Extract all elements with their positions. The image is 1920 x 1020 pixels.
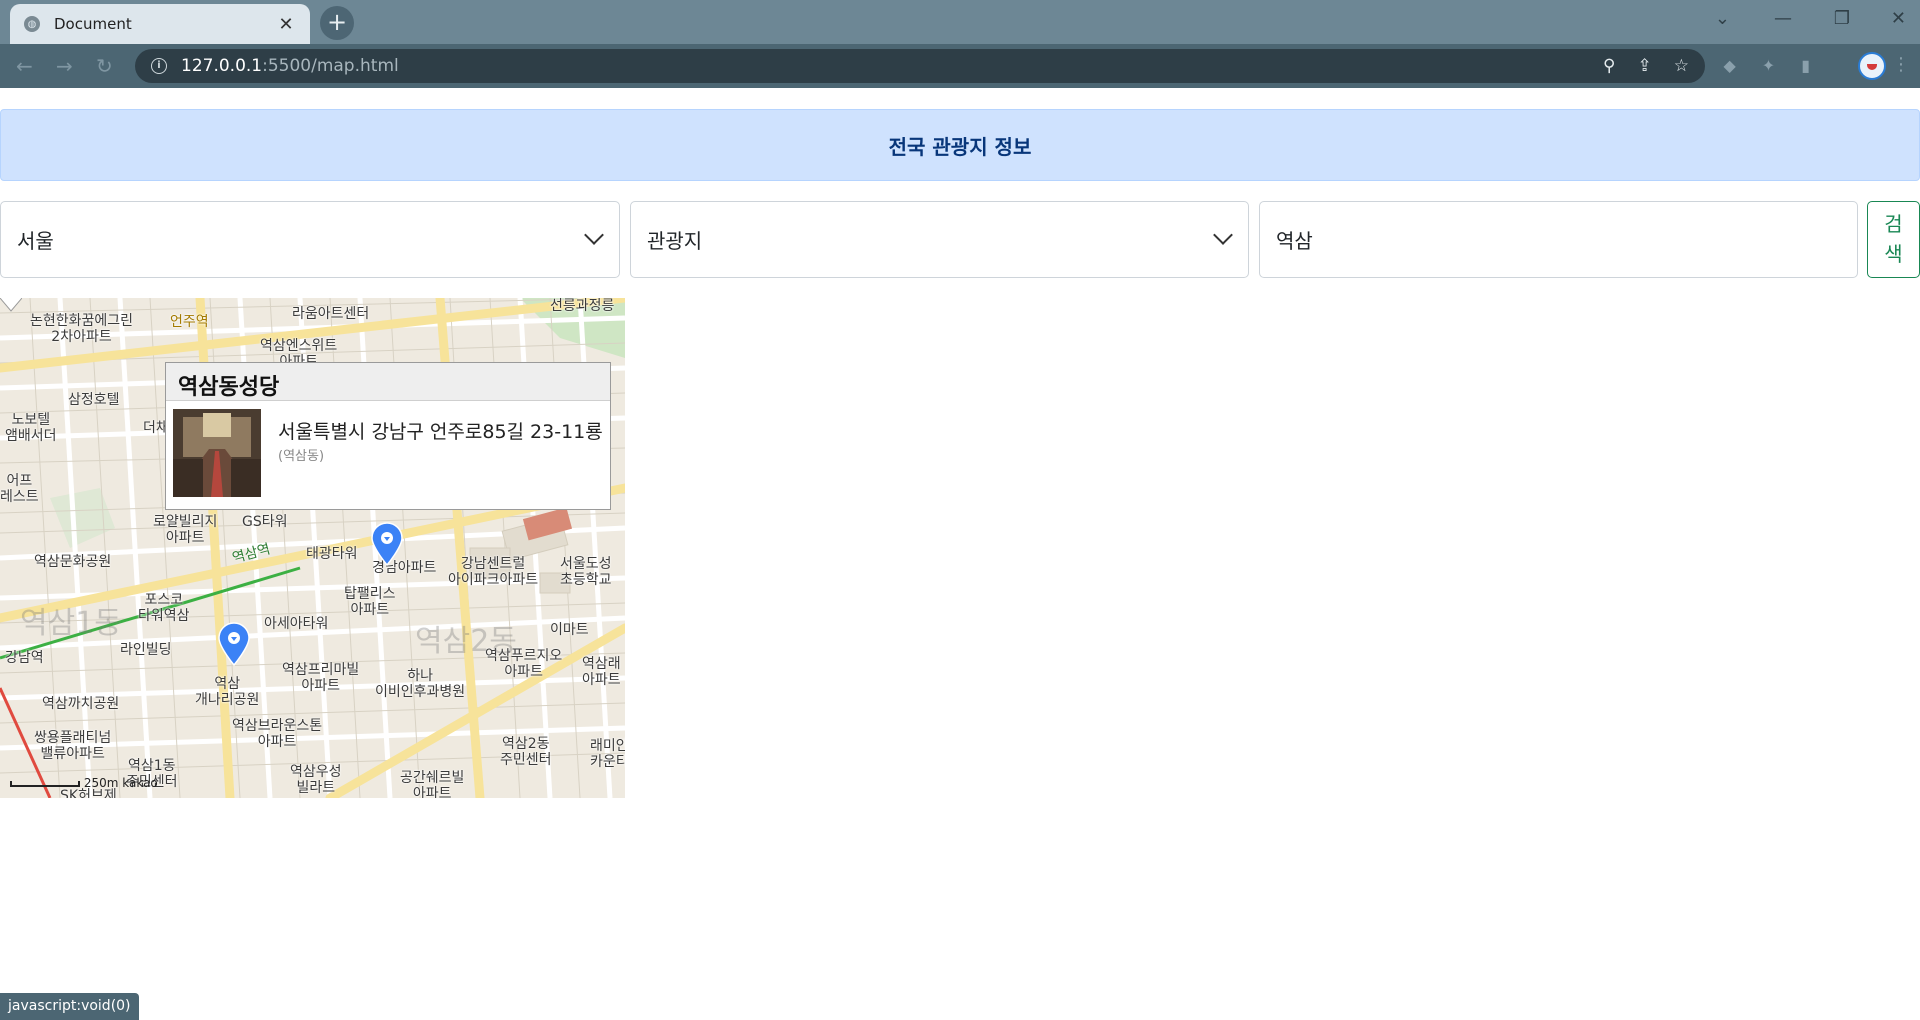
window-close-button[interactable]: ✕ [1891, 8, 1906, 29]
map-label: 역삼브라운스톤 아파트 [232, 718, 323, 750]
chevron-down-icon [584, 225, 604, 245]
chevron-down-icon [1213, 225, 1233, 245]
extension-icon[interactable]: ◆ [1723, 56, 1735, 75]
share-icon[interactable]: ⇪ [1638, 56, 1652, 76]
url-path: :5500/map.html [262, 56, 399, 76]
info-window-tail [0, 298, 22, 312]
keyword-input[interactable]: 역삼 [1259, 201, 1858, 278]
map-label: GS타워 [242, 514, 288, 530]
reload-icon[interactable]: ↻ [96, 54, 113, 78]
url-host: 127.0.0.1 [181, 56, 263, 76]
map-label: 탑팰리스 아파트 [344, 586, 396, 618]
region-select-value: 서울 [17, 229, 54, 253]
info-window-title: 역삼동성당 [166, 363, 610, 401]
bookmark-star-icon[interactable]: ☆ [1674, 56, 1689, 76]
map-label: 서울도성 초등학교 [560, 556, 612, 588]
map-label: 강남역 [5, 650, 44, 666]
map-label: 쌍용플래티넘 밸류아파트 [34, 730, 112, 762]
location-blocked-icon[interactable]: ⚲ [1603, 56, 1615, 76]
side-panel-icon[interactable]: ▮ [1801, 56, 1810, 75]
map-label: 하나 이비인후과병원 [375, 668, 466, 700]
map-scale: 250m kakao [10, 776, 158, 790]
site-info-icon[interactable]: i [151, 58, 167, 74]
globe-icon: ◍ [24, 16, 40, 32]
tab-title: Document [54, 15, 132, 33]
district-label: 역삼1동 [20, 606, 122, 641]
map-label: 역삼까치공원 [42, 696, 120, 712]
map-label: 공간쉐르빌 아파트 [400, 770, 465, 798]
region-select[interactable]: 서울 [0, 201, 620, 278]
browser-tab[interactable]: ◍ Document ✕ [10, 4, 310, 44]
back-icon[interactable]: ← [16, 54, 33, 78]
search-button[interactable]: 검 색 [1867, 201, 1920, 278]
map-scale-label: 250m [83, 776, 119, 790]
map-label: 선릉과정릉 [550, 298, 615, 314]
category-select[interactable]: 관광지 [630, 201, 1249, 278]
new-tab-button[interactable]: + [320, 6, 354, 40]
forward-icon[interactable]: → [56, 54, 73, 78]
browser-toolbar: ← → ↻ i 127.0.0.1 :5500/map.html ⚲ ⇪ ☆ ◆… [0, 44, 1920, 88]
map-label: 포스코 타워역삼 [138, 592, 190, 624]
tab-search-icon[interactable]: ⌄ [1715, 8, 1730, 29]
map-label: 논현한화꿈에그린 2차아파트 [30, 313, 134, 345]
map-label: 아세아타워 [264, 616, 329, 632]
close-icon[interactable]: ✕ [276, 14, 296, 35]
map-label: 삼정호텔 [68, 392, 120, 408]
map-label: 로얄빌리지 아파트 [153, 514, 218, 546]
info-window[interactable]: 역삼동성당 서울특별시 강남구 언주로85길 23-11룡 (역삼동) [165, 362, 611, 510]
restore-button[interactable]: ❐ [1834, 8, 1850, 29]
district-label: 역삼2동 [415, 624, 517, 659]
map[interactable]: 논현한화꿈에그린2차아파트 언주역 라움아트센터 선릉과정릉 역삼엔스위트아파트… [0, 298, 625, 798]
map-label: 역삼래 아파트 [582, 656, 621, 688]
map-label: 언주역 [170, 314, 209, 330]
map-label: 라움아트센터 [292, 306, 370, 322]
minimize-button[interactable]: — [1774, 8, 1792, 29]
map-label: 태광타워 [306, 546, 358, 562]
browser-tab-strip: ◍ Document ✕ + ⌄ — ❐ ✕ [0, 0, 1920, 44]
map-label: 어프 레스트 [0, 473, 39, 505]
page-header: 전국 관광지 정보 [0, 109, 1920, 181]
map-marker-icon[interactable] [217, 622, 251, 666]
map-label: 역삼프리마빌 아파트 [282, 662, 360, 694]
info-window-address: 서울특별시 강남구 언주로85길 23-11룡 [278, 421, 603, 443]
map-label: 역삼우성 빌라트 [290, 764, 342, 796]
info-window-subaddress: (역삼동) [278, 449, 325, 464]
map-label: 역삼 개나리공원 [195, 676, 260, 708]
map-copyright: kakao [122, 776, 158, 790]
puzzle-icon[interactable]: ✦ [1762, 56, 1775, 75]
keyword-input-value: 역삼 [1276, 229, 1313, 253]
profile-avatar[interactable] [1858, 52, 1886, 80]
map-label: 이마트 [550, 622, 589, 638]
browser-status-bar: javascript:void(0) [0, 993, 139, 1020]
map-label: 강남센트럴 아이파크아파트 [448, 556, 539, 588]
map-label: 라인빌딩 [120, 642, 172, 658]
map-label: 역삼2동 주민센터 [500, 736, 552, 768]
category-select-value: 관광지 [647, 229, 703, 253]
map-marker-icon[interactable] [370, 522, 404, 566]
map-label: 래미안 카운티 [590, 738, 625, 770]
address-bar[interactable]: i 127.0.0.1 :5500/map.html ⚲ ⇪ ☆ [135, 49, 1705, 83]
page-title: 전국 관광지 정보 [888, 134, 1032, 159]
map-label: 역삼문화공원 [34, 554, 112, 570]
info-window-thumbnail [173, 409, 261, 497]
map-label: 노보텔 앰배서더 [5, 412, 57, 444]
search-button-label: 검 색 [1884, 212, 1903, 266]
menu-icon[interactable]: ⋮ [1892, 54, 1910, 75]
